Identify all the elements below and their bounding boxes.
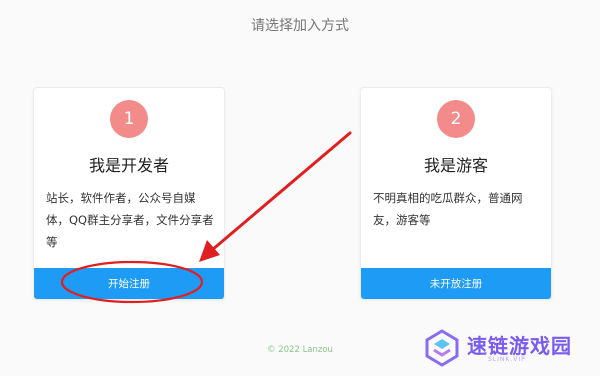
page-title: 请选择加入方式 [251, 18, 349, 34]
step-badge: 2 [437, 100, 475, 138]
developer-card: 1 我是开发者 站长，软件作者，公众号自媒体，QQ群主分享者，文件分享者等 开始… [33, 87, 225, 300]
annotation-arrow-line [210, 131, 352, 252]
card-description: 不明真相的吃瓜群众，普通网友，游客等 [373, 191, 523, 227]
register-closed-button[interactable]: 未开放注册 [361, 268, 551, 299]
start-register-button[interactable]: 开始注册 [34, 268, 224, 299]
card-title: 我是开发者 [88, 156, 169, 175]
watermark-brand: 速链游戏园 [467, 334, 572, 358]
step-badge: 1 [110, 100, 148, 138]
card-description: 站长，软件作者，公众号自媒体，QQ群主分享者，文件分享者等 [46, 191, 214, 249]
watermark-sub: SLINK.VIP [488, 356, 526, 363]
card-title: 我是游客 [423, 156, 488, 175]
watermark-logo-icon [425, 329, 459, 367]
guest-card: 2 我是游客 不明真相的吃瓜群众，普通网友，游客等 未开放注册 [360, 87, 552, 300]
